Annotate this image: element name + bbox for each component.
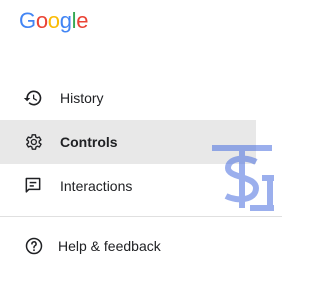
help-feedback-label: Help & feedback [58, 238, 161, 254]
feedback-icon [25, 177, 41, 193]
gear-icon [26, 134, 42, 150]
google-logo[interactable]: Google [19, 8, 88, 34]
divider [0, 216, 282, 217]
history-icon [23, 90, 42, 106]
help-circle-icon [25, 237, 43, 255]
nav-item-controls[interactable]: Controls [0, 120, 256, 164]
nav-item-history[interactable]: History [0, 76, 256, 120]
logo-letter: e [76, 8, 89, 33]
nav-label-controls: Controls [60, 134, 118, 150]
help-feedback-link[interactable]: Help & feedback [0, 224, 256, 268]
nav-label-history: History [60, 90, 104, 106]
nav-label-interactions: Interactions [60, 178, 133, 194]
logo-letter: o [47, 8, 60, 33]
nav-item-interactions[interactable]: Interactions [0, 164, 256, 208]
logo-letter: g [59, 8, 72, 33]
side-nav: History Controls Interactions [0, 76, 282, 208]
logo-letter: o [35, 8, 48, 33]
logo-letter: G [19, 8, 36, 33]
